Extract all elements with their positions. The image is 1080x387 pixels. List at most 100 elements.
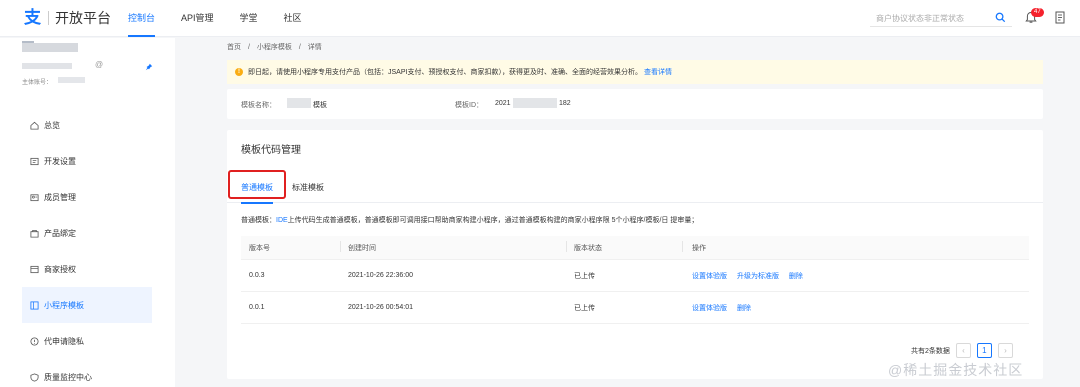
cell-version: 0.0.3	[249, 272, 265, 279]
top-bar: 支 开放平台 控制台 API管理 学堂 社区 47	[0, 0, 1080, 37]
nav-console[interactable]: 控制台	[128, 0, 156, 37]
tab-standard-template[interactable]: 标准模板	[292, 180, 324, 203]
table-row: 0.0.1 2021-10-26 00:54:01 已上传 设置体验版 删除	[241, 292, 1029, 324]
merchant-icon	[30, 265, 39, 273]
description-text: 上传代码生成普通模板，普通模板即可调用接口帮助商家构建小程序，通过普通模板构建的…	[287, 217, 699, 224]
notification-badge: 47	[1031, 8, 1044, 17]
prev-page-button[interactable]: ‹	[955, 343, 971, 358]
set-trial-version-link[interactable]: 设置体验版	[692, 305, 727, 312]
breadcrumb-separator: /	[298, 44, 301, 51]
account-id-redacted	[58, 77, 85, 83]
cell-created: 2021-10-26 00:54:01	[348, 304, 413, 311]
notice-detail-link[interactable]: 查看详情	[644, 67, 672, 77]
breadcrumb: 首页 / 小程序模板 / 详情	[227, 42, 327, 52]
sidebar-item-label: 商家授权	[44, 264, 76, 274]
template-name-label: 模板名称：	[241, 102, 276, 109]
user-email-redacted	[22, 63, 72, 69]
column-header-status: 版本状态	[566, 240, 682, 253]
set-trial-version-link[interactable]: 设置体验版	[692, 273, 727, 280]
cell-actions: 设置体验版 升级为标准版 删除	[682, 271, 1029, 281]
card-title: 模板代码管理	[241, 145, 301, 156]
document-icon[interactable]	[1055, 11, 1066, 24]
nav-api-management[interactable]: API管理	[181, 0, 214, 37]
template-id-label: 模板ID：	[455, 102, 483, 109]
sidebar-item-members[interactable]: 成员管理	[22, 179, 152, 215]
sidebar-item-dev-settings[interactable]: 开发设置	[22, 143, 152, 179]
table-row: 0.0.3 2021-10-26 22:36:00 已上传 设置体验版 升级为标…	[241, 260, 1029, 292]
sidebar-item-label: 开发设置	[44, 156, 76, 166]
logo-text: 开放平台	[48, 11, 111, 25]
ide-link[interactable]: IDE	[276, 217, 288, 224]
template-description: 普通模板：IDE上传代码生成普通模板，普通模板即可调用接口帮助商家构建小程序，通…	[241, 215, 698, 225]
sidebar-item-quality-monitor[interactable]: 质量监控中心	[22, 359, 152, 387]
sidebar-item-label: 总览	[44, 120, 60, 130]
cell-version: 0.0.1	[249, 304, 265, 311]
delete-link[interactable]: 删除	[737, 305, 751, 312]
members-icon	[30, 193, 39, 201]
column-header-version: 版本号	[249, 244, 270, 252]
template-id-suffix: 182	[559, 100, 571, 107]
nav-academy[interactable]: 学堂	[240, 0, 258, 37]
next-page-button[interactable]: ›	[997, 343, 1013, 358]
pagination-total: 共有2条数据	[911, 347, 950, 355]
notice-text: 即日起，请使用小程序专用支付产品（包括：JSAPI支付、预授权支付、商家扣款），…	[248, 69, 642, 76]
sidebar-item-label: 小程序模板	[44, 300, 84, 310]
delete-link[interactable]: 删除	[789, 273, 803, 280]
cell-status: 已上传	[574, 304, 595, 312]
sidebar-item-mini-program-template[interactable]: 小程序模板	[22, 287, 152, 323]
alipay-logo-icon: 支	[24, 8, 41, 28]
sidebar-item-privacy-request[interactable]: 代申请隐私	[22, 323, 152, 359]
warning-icon: !	[235, 68, 243, 76]
logo[interactable]: 支 开放平台	[24, 9, 111, 27]
template-id-prefix: 2021	[495, 100, 511, 107]
template-icon	[30, 300, 39, 310]
notice-banner: ! 即日起，请使用小程序专用支付产品（包括：JSAPI支付、预授权支付、商家扣款…	[227, 60, 1043, 84]
watermark: @稀土掘金技术社区	[888, 362, 1024, 378]
cell-created: 2021-10-26 22:36:00	[348, 272, 413, 279]
quality-icon	[30, 372, 39, 382]
sidebar-item-product-binding[interactable]: 产品绑定	[22, 215, 152, 251]
pagination: 共有2条数据 ‹ 1 ›	[911, 343, 1013, 358]
template-name-redacted	[287, 98, 311, 108]
nav-community[interactable]: 社区	[284, 0, 302, 37]
template-name-suffix: 模板	[313, 102, 327, 109]
breadcrumb-home[interactable]: 首页	[227, 44, 241, 51]
template-id-redacted	[513, 98, 557, 108]
sidebar-item-label: 产品绑定	[44, 228, 76, 238]
sidebar-item-overview[interactable]: 总览	[22, 107, 152, 143]
cell-status: 已上传	[574, 272, 595, 280]
version-table: 版本号 创建时间 版本状态 操作 0.0.3 2021-10-26 22:36:…	[241, 236, 1029, 324]
breadcrumb-detail: 详情	[307, 44, 322, 51]
sidebar-menu: 总览 开发设置 成员管理 产品绑定 商家授权 小程序模板 代申请隐私 质量监控中…	[22, 107, 152, 387]
main-nav: 控制台 API管理 学堂 社区	[128, 0, 328, 37]
breadcrumb-templates[interactable]: 小程序模板	[257, 44, 292, 51]
sidebar-item-label: 成员管理	[44, 192, 76, 202]
template-info-card: 模板名称： 模板 模板ID： 2021 182	[227, 89, 1043, 119]
product-icon	[30, 229, 39, 238]
sidebar: @ 主体账号： 总览 开发设置 成员管理 产品绑定 商家授权 小程序模板 代申请…	[0, 38, 175, 387]
upgrade-to-standard-link[interactable]: 升级为标准版	[737, 273, 779, 280]
page-number-button[interactable]: 1	[976, 343, 992, 358]
highlight-box	[228, 170, 286, 199]
column-header-created: 创建时间	[340, 240, 566, 253]
cell-actions: 设置体验版 删除	[682, 303, 1029, 313]
sidebar-item-merchant-auth[interactable]: 商家授权	[22, 251, 152, 287]
account-label: 主体账号：	[22, 80, 53, 86]
breadcrumb-separator: /	[247, 44, 250, 51]
table-header: 版本号 创建时间 版本状态 操作	[241, 236, 1029, 260]
template-tabs: 普通模板 标准模板	[227, 177, 1043, 204]
sidebar-item-label: 代申请隐私	[44, 336, 84, 346]
description-prefix: 普通模板：	[241, 217, 276, 224]
column-header-actions: 操作	[682, 240, 1029, 253]
at-symbol: @	[95, 60, 104, 69]
search-icon[interactable]	[995, 12, 1006, 23]
pin-icon[interactable]	[145, 63, 153, 71]
home-icon	[30, 121, 39, 130]
template-code-card: 模板代码管理 普通模板 标准模板 普通模板：IDE上传代码生成普通模板，普通模板…	[227, 130, 1043, 379]
search-input[interactable]	[870, 10, 988, 26]
sidebar-item-label: 质量监控中心	[44, 372, 92, 382]
privacy-icon	[30, 336, 39, 346]
user-name-redacted	[22, 43, 78, 52]
search-box	[870, 10, 1012, 27]
settings-doc-icon	[30, 157, 39, 165]
